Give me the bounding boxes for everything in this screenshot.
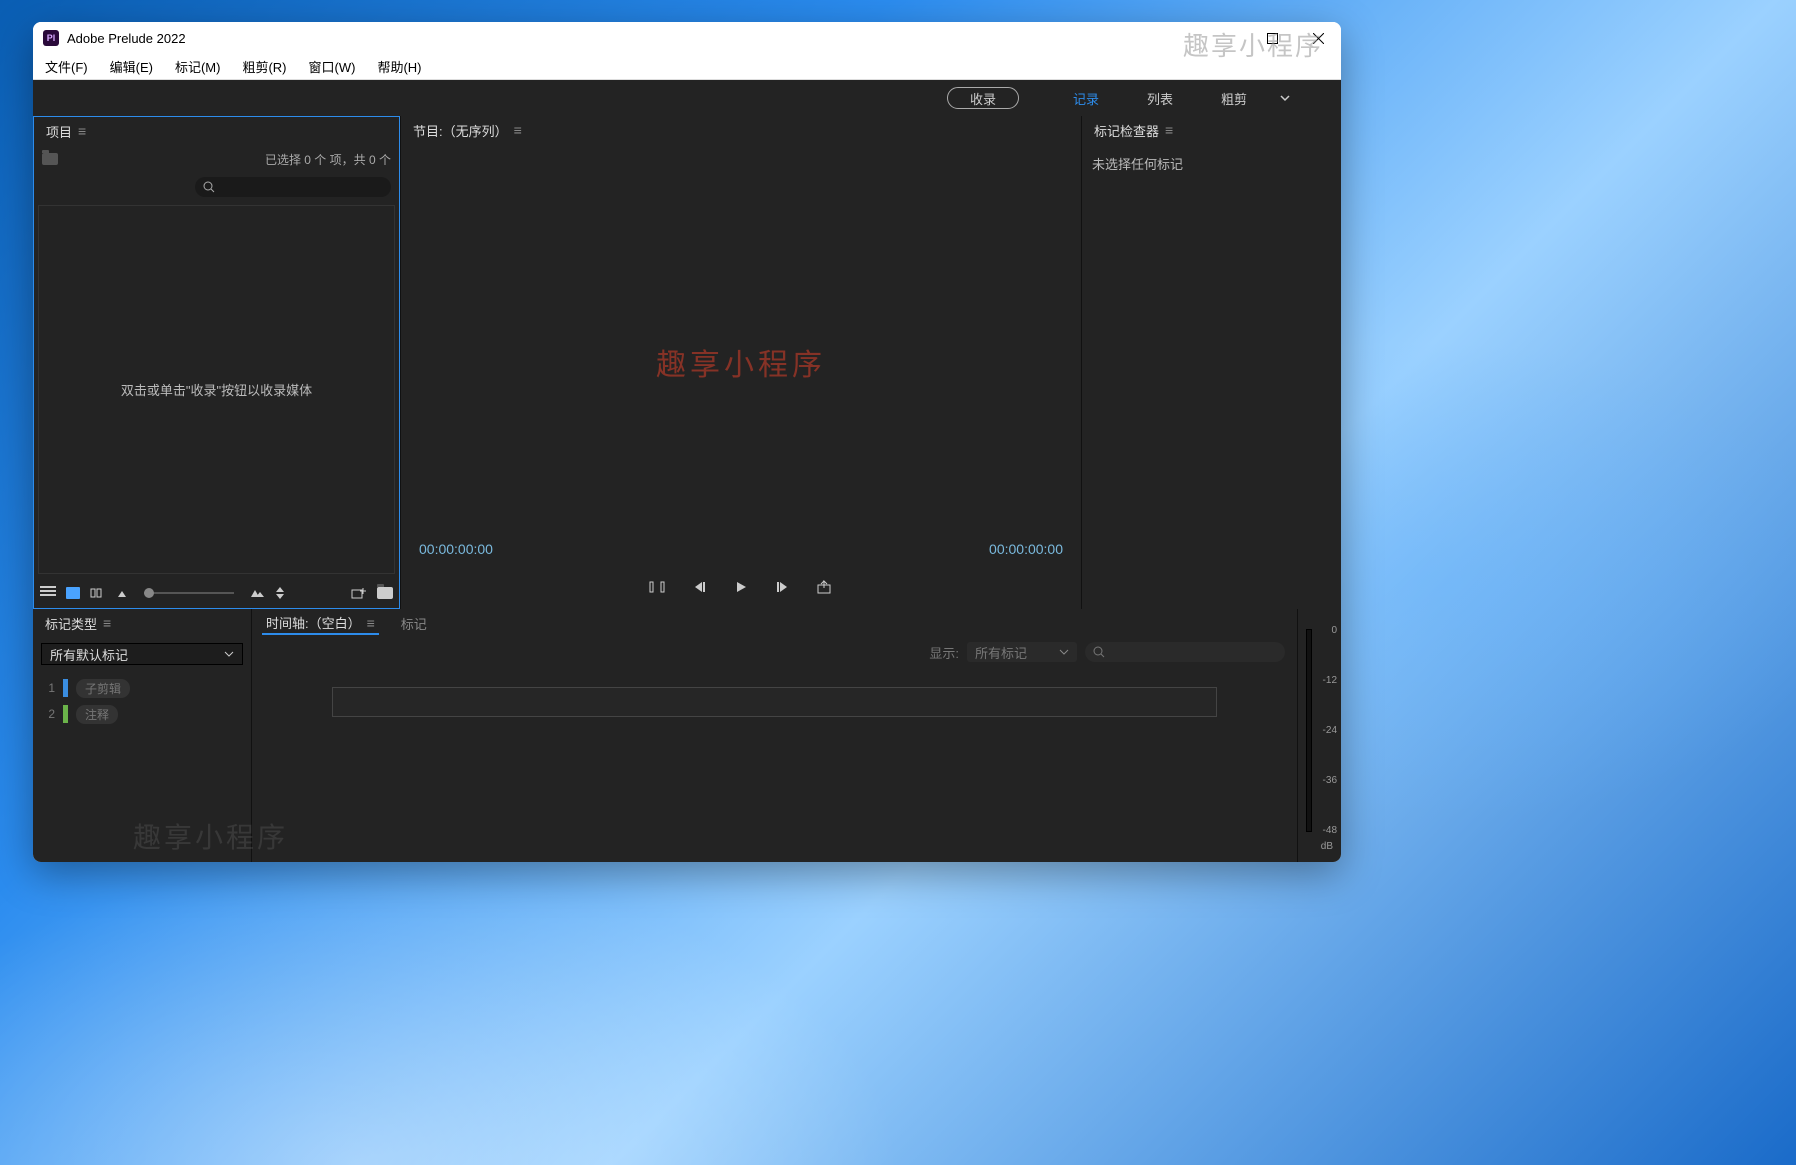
menu-edit[interactable]: 编辑(E) (106, 55, 157, 78)
program-tab-label: 节目:（无序列） (413, 121, 508, 140)
audio-meter-panel: 0 -12 -24 -36 -48 dB (1297, 609, 1341, 862)
row-number: 1 (41, 681, 55, 695)
thumb-view-button[interactable] (66, 587, 80, 599)
color-swatch (63, 705, 68, 723)
db-label: -24 (1323, 725, 1337, 736)
timeline-tab[interactable]: 时间轴:（空白） ≡ (262, 611, 379, 635)
workspace-tab-log[interactable]: 记录 (1049, 80, 1123, 116)
project-bin-area[interactable]: 双击或单击"收录"按钮以收录媒体 (38, 205, 395, 574)
workspace-tab-list[interactable]: 列表 (1123, 80, 1197, 116)
menu-marker[interactable]: 标记(M) (171, 55, 225, 78)
menu-window[interactable]: 窗口(W) (305, 55, 360, 78)
menu-help[interactable]: 帮助(H) (373, 55, 425, 78)
filter-label: 显示: (929, 643, 959, 662)
chevron-down-icon (224, 649, 234, 659)
program-viewer[interactable]: 趣享小程序 (401, 144, 1081, 541)
audio-level-track (1306, 629, 1312, 832)
timeline-tab-label: 时间轴:（空白） (266, 613, 361, 632)
search-icon (203, 181, 215, 193)
mark-in-out-icon[interactable] (648, 578, 666, 596)
maximize-button[interactable] (1249, 22, 1295, 54)
project-footer (34, 578, 399, 608)
timeline-search-input[interactable] (1085, 642, 1285, 662)
menu-roughcut[interactable]: 粗剪(R) (238, 55, 290, 78)
zoom-in-icon[interactable] (250, 587, 264, 599)
db-label: -12 (1323, 675, 1337, 686)
close-button[interactable] (1295, 22, 1341, 54)
step-back-button[interactable] (690, 578, 708, 596)
project-status-text: 已选择 0 个 项，共 0 个 (265, 151, 391, 168)
project-panel: 项目 ≡ 已选择 0 个 项，共 0 个 (33, 116, 400, 609)
timeline-area[interactable] (252, 667, 1297, 862)
workspace-ingest-button[interactable]: 收录 (947, 87, 1019, 109)
project-tab-label: 项目 (46, 122, 72, 141)
marker-inspector-panel: 标记检查器 ≡ 未选择任何标记 (1081, 116, 1341, 609)
db-label: -48 (1323, 825, 1337, 836)
step-forward-button[interactable] (774, 578, 792, 596)
sort-icon[interactable] (274, 586, 286, 600)
marker-inspector-empty: 未选择任何标记 (1082, 144, 1341, 183)
timecode-right[interactable]: 00:00:00:00 (989, 541, 1063, 557)
marker-type-row-comment[interactable]: 2 注释 (41, 701, 243, 727)
menubar: 文件(F) 编辑(E) 标记(M) 粗剪(R) 窗口(W) 帮助(H) (33, 54, 1341, 80)
db-unit: dB (1321, 841, 1333, 852)
play-button[interactable] (732, 578, 750, 596)
project-empty-hint: 双击或单击"收录"按钮以收录媒体 (121, 380, 312, 399)
watermark-center: 趣享小程序 (656, 340, 826, 384)
program-panel: 节目:（无序列） ≡ 趣享小程序 00:00:00:00 00:00:00:00 (400, 116, 1081, 609)
marker-filter-value: 所有标记 (975, 643, 1027, 662)
program-tab[interactable]: 节目:（无序列） ≡ (409, 119, 526, 142)
marker-inspector-tab[interactable]: 标记检查器 ≡ (1090, 119, 1177, 142)
timeline-track[interactable] (332, 687, 1217, 717)
marker-type-tab-label: 标记类型 (45, 614, 97, 633)
workspace-overflow-button[interactable] (1279, 92, 1291, 104)
color-swatch (63, 679, 68, 697)
panel-menu-icon[interactable]: ≡ (78, 123, 86, 139)
app-icon: Pl (43, 30, 59, 46)
project-search-input[interactable] (195, 177, 391, 197)
timeline-panel: 时间轴:（空白） ≡ 标记 显示: 所有标记 (251, 609, 1297, 862)
titlebar[interactable]: Pl Adobe Prelude 2022 (33, 22, 1341, 54)
panel-menu-icon[interactable]: ≡ (514, 122, 522, 138)
marker-type-label: 子剪辑 (76, 679, 130, 698)
workspace-bar: 收录 记录 列表 粗剪 (33, 80, 1341, 116)
marker-type-panel: 标记类型 ≡ 所有默认标记 1 子剪辑 (33, 609, 251, 862)
panel-menu-icon[interactable]: ≡ (1165, 122, 1173, 138)
app-window: Pl Adobe Prelude 2022 趣享小程序 文件(F) 编辑(E) … (33, 22, 1341, 862)
project-tab[interactable]: 项目 ≡ (42, 120, 90, 143)
db-label: 0 (1323, 625, 1337, 636)
new-item-button[interactable] (351, 586, 367, 600)
marker-inspector-tab-label: 标记检查器 (1094, 121, 1159, 140)
menu-file[interactable]: 文件(F) (41, 55, 92, 78)
marker-set-value: 所有默认标记 (50, 645, 128, 664)
markers-tab[interactable]: 标记 (397, 612, 431, 635)
workspace-tab-roughcut[interactable]: 粗剪 (1197, 80, 1271, 116)
transport-controls (401, 565, 1081, 609)
app-title: Adobe Prelude 2022 (67, 31, 1203, 46)
panel-menu-icon[interactable]: ≡ (367, 615, 375, 631)
list-view-button[interactable] (40, 586, 56, 600)
marker-type-tab[interactable]: 标记类型 ≡ (41, 612, 115, 635)
search-icon (1093, 646, 1105, 658)
panel-menu-icon[interactable]: ≡ (103, 615, 111, 631)
marker-type-label: 注释 (76, 705, 118, 724)
timecode-left[interactable]: 00:00:00:00 (419, 541, 493, 557)
row-number: 2 (41, 707, 55, 721)
db-label: -36 (1323, 775, 1337, 786)
export-frame-button[interactable] (816, 578, 834, 596)
marker-filter-dropdown[interactable]: 所有标记 (967, 642, 1077, 662)
marker-type-row-subclip[interactable]: 1 子剪辑 (41, 675, 243, 701)
folder-icon[interactable] (42, 153, 58, 165)
zoom-out-icon[interactable] (116, 587, 128, 599)
new-bin-button[interactable] (377, 587, 393, 599)
audio-db-labels: 0 -12 -24 -36 -48 (1323, 625, 1337, 836)
zoom-slider[interactable] (144, 592, 234, 594)
chevron-down-icon (1059, 647, 1069, 657)
freeform-view-button[interactable] (90, 586, 106, 600)
minimize-button[interactable] (1203, 22, 1249, 54)
marker-set-dropdown[interactable]: 所有默认标记 (41, 643, 243, 665)
